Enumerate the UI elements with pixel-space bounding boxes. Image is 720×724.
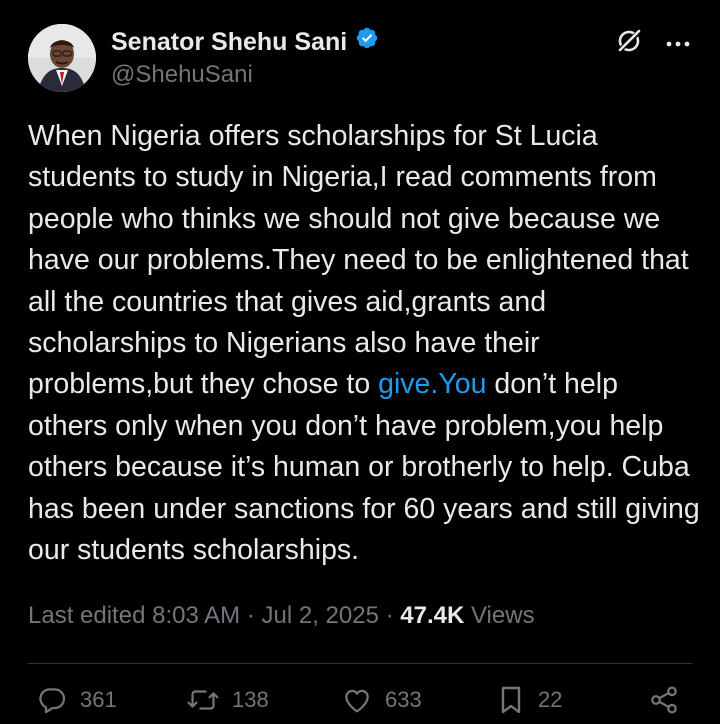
- reply-button[interactable]: 361: [36, 684, 117, 716]
- divider: [28, 663, 692, 664]
- reply-icon: [36, 684, 68, 716]
- author-handle[interactable]: @ShehuSani: [111, 60, 379, 90]
- views-count[interactable]: 47.4K: [400, 602, 464, 629]
- avatar-image: [28, 24, 96, 92]
- repost-button[interactable]: 138: [186, 684, 269, 716]
- more-icon[interactable]: [666, 35, 690, 53]
- like-button[interactable]: 633: [341, 684, 422, 716]
- tweet-text-part-1: When Nigeria offers scholarships for St …: [28, 120, 689, 401]
- post-time[interactable]: 8:03 AM: [152, 602, 240, 629]
- engagement-bar: 361 138 633 22: [36, 684, 696, 724]
- repost-icon: [186, 684, 220, 716]
- verified-badge-icon: [355, 26, 379, 58]
- author-display-name[interactable]: Senator Shehu Sani: [111, 26, 347, 58]
- post-date[interactable]: Jul 2, 2025: [262, 602, 379, 629]
- views-label: Views: [470, 602, 535, 629]
- grok-icon[interactable]: [616, 28, 642, 59]
- header-actions: [616, 28, 690, 59]
- author-names: Senator Shehu Sani @ShehuSani: [111, 26, 379, 90]
- share-icon: [648, 684, 680, 716]
- heart-icon: [341, 684, 373, 716]
- bookmark-count: 22: [538, 687, 563, 712]
- repost-count: 138: [232, 687, 269, 712]
- meta-separator-2: ·: [385, 602, 394, 629]
- bookmark-button[interactable]: 22: [496, 684, 562, 716]
- author-display-name-row[interactable]: Senator Shehu Sani: [111, 26, 379, 58]
- tweet-header: Senator Shehu Sani @ShehuSani: [28, 24, 700, 96]
- share-button[interactable]: [648, 684, 680, 716]
- avatar[interactable]: [28, 24, 96, 92]
- reply-count: 361: [80, 687, 117, 712]
- bookmark-icon: [496, 684, 526, 716]
- like-count: 633: [385, 687, 422, 712]
- edited-label[interactable]: Last edited: [28, 602, 145, 629]
- tweet-link[interactable]: give.You: [378, 368, 486, 400]
- tweet-text: When Nigeria offers scholarships for St …: [28, 116, 700, 571]
- meta-separator: ·: [246, 602, 255, 629]
- tweet-meta: Last edited 8:03 AM · Jul 2, 2025 · 47.4…: [28, 598, 535, 634]
